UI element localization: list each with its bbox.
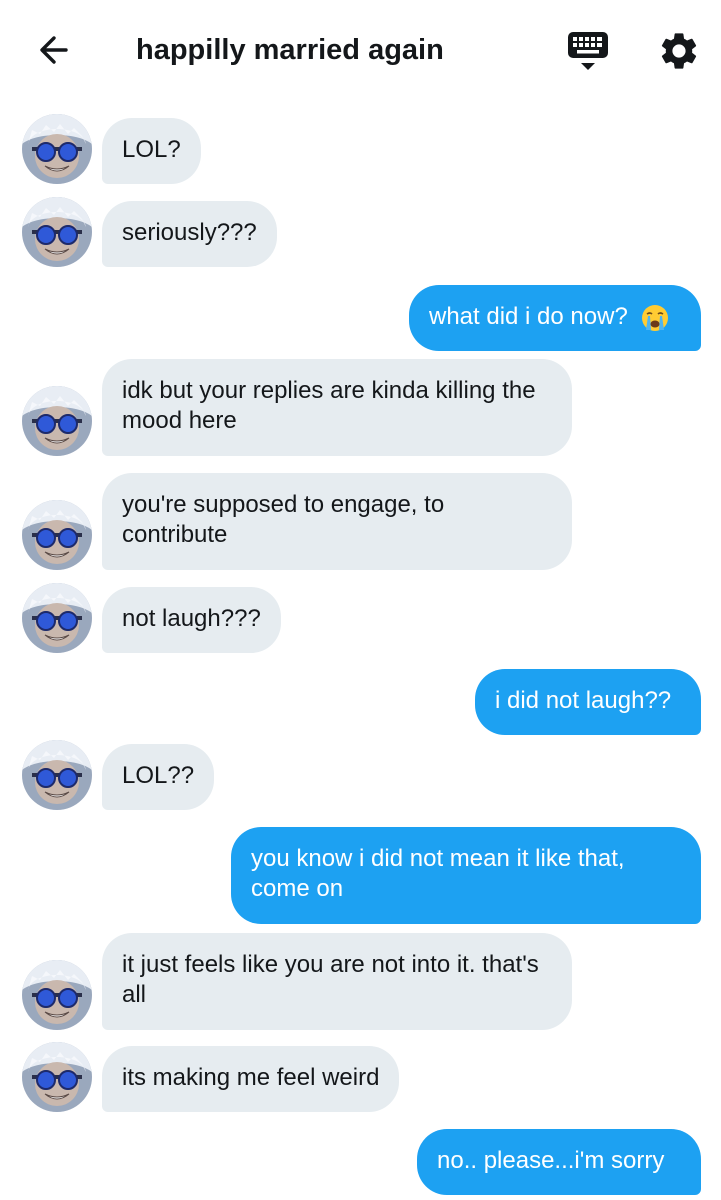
message-text: you're supposed to engage, to contribute [122,491,445,548]
avatar-image [22,1042,92,1112]
outgoing-message-row: you know i did not mean it like that, co… [0,827,721,924]
avatar[interactable] [22,740,92,810]
incoming-message-row: not laugh??? [0,583,721,653]
message-text: no.. please...i'm sorry [437,1147,665,1174]
message-text: i did not laugh?? [495,687,672,714]
avatar[interactable] [22,1042,92,1112]
chat-header: happilly married again [0,0,721,100]
outgoing-message-bubble[interactable]: what did i do now? [409,285,701,351]
message-text: not laugh??? [122,605,261,632]
incoming-message-row: seriously??? [0,197,721,267]
avatar-image [22,114,92,184]
message-text: seriously??? [122,219,257,246]
avatar[interactable] [22,583,92,653]
avatar-image [22,960,92,1030]
incoming-message-row: its making me feel weird [0,1042,721,1112]
avatar[interactable] [22,500,92,570]
avatar-image [22,583,92,653]
avatar[interactable] [22,386,92,456]
arrow-left-icon [40,36,68,64]
message-text: idk but your replies are kinda killing t… [122,377,536,434]
loudly-crying-face-emoji [642,304,669,331]
incoming-message-bubble[interactable]: seriously??? [102,201,277,267]
avatar[interactable] [22,114,92,184]
avatar-image [22,386,92,456]
message-text: its making me feel weird [122,1064,380,1091]
outgoing-message-bubble[interactable]: you know i did not mean it like that, co… [231,827,701,924]
gear-icon [661,33,697,69]
message-text: it just feels like you are not into it. … [122,951,539,1008]
message-text: LOL?? [122,762,195,789]
settings-button[interactable] [657,29,701,73]
incoming-message-row: idk but your replies are kinda killing t… [0,359,721,456]
incoming-message-row: you're supposed to engage, to contribute [0,473,721,570]
incoming-message-row: it just feels like you are not into it. … [0,933,721,1030]
incoming-message-bubble[interactable]: LOL? [102,118,201,184]
keyboard-icon [568,32,608,70]
incoming-message-row: LOL? [0,114,721,184]
outgoing-message-row: i did not laugh?? [0,669,721,735]
incoming-message-bubble[interactable]: not laugh??? [102,587,281,653]
incoming-message-bubble[interactable]: its making me feel weird [102,1046,400,1112]
incoming-message-bubble[interactable]: idk but your replies are kinda killing t… [102,359,572,456]
back-button[interactable] [34,30,74,70]
message-text: LOL? [122,136,181,163]
outgoing-message-bubble[interactable]: i did not laugh?? [475,669,701,735]
incoming-message-bubble[interactable]: LOL?? [102,744,215,810]
avatar-image [22,740,92,810]
avatar[interactable] [22,960,92,1030]
incoming-message-bubble[interactable]: you're supposed to engage, to contribute [102,473,572,570]
avatar-image [22,500,92,570]
outgoing-message-bubble[interactable]: no.. please...i'm sorry [417,1129,701,1195]
avatar-image [22,197,92,267]
keyboard-button[interactable] [566,30,610,74]
avatar[interactable] [22,197,92,267]
incoming-message-row: LOL?? [0,740,721,810]
message-text: you know i did not mean it like that, co… [251,845,625,902]
outgoing-message-row: what did i do now? [0,285,721,351]
conversation-title: happilly married again [136,34,444,66]
outgoing-message-row: no.. please...i'm sorry [0,1129,721,1195]
incoming-message-bubble[interactable]: it just feels like you are not into it. … [102,933,572,1030]
message-text: what did i do now? [429,303,628,330]
